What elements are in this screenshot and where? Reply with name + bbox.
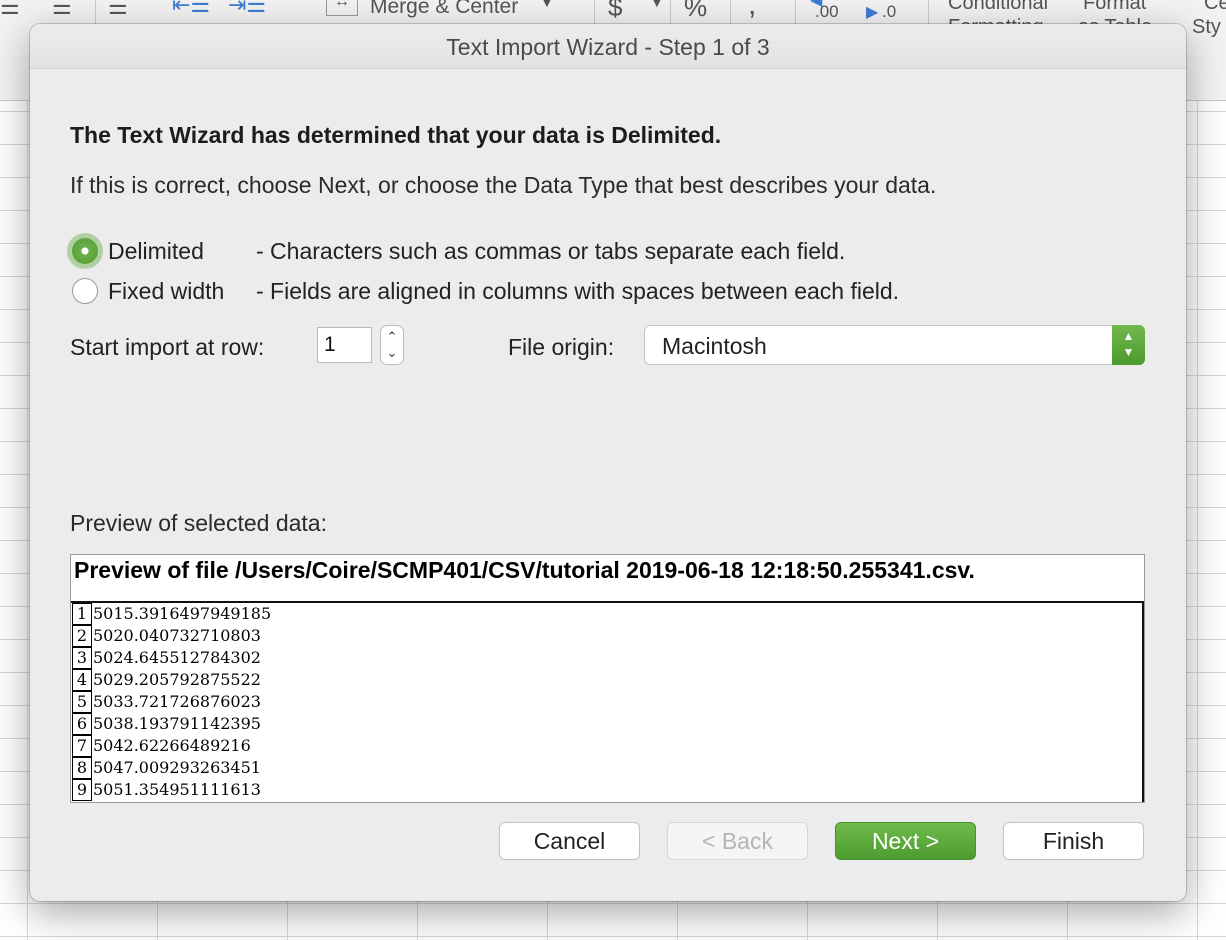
- start-row-input[interactable]: 1: [317, 327, 372, 363]
- file-origin-value: Macintosh: [662, 333, 767, 359]
- wizard-instructions: If this is correct, choose Next, or choo…: [70, 172, 937, 198]
- preview-row-number: 2: [72, 625, 92, 647]
- text-import-wizard-dialog: Text Import Wizard - Step 1 of 3 The Tex…: [30, 24, 1186, 901]
- preview-row: 4 5029.205792875522: [71, 669, 671, 691]
- preview-row-value: 5042.62266489216: [93, 736, 251, 755]
- preview-row-number: 7: [72, 735, 92, 757]
- dialog-titlebar[interactable]: Text Import Wizard - Step 1 of 3: [30, 24, 1186, 69]
- preview-row-value: 5020.040732710803: [93, 626, 261, 645]
- fixed-width-label[interactable]: Fixed width: [108, 278, 224, 305]
- preview-row-value: 5047.009293263451: [93, 758, 261, 777]
- preview-rows: 1 5015.3916497949185 2 5020.040732710803 3 50…: [71, 603, 1144, 802]
- file-origin-select[interactable]: Macintosh ▲ ▼: [644, 325, 1145, 365]
- preview-row-value: 5051.354951111613: [93, 780, 261, 799]
- preview-file-path: Preview of file /Users/Coire/SCMP401/CSV…: [74, 557, 975, 583]
- merge-dropdown-icon[interactable]: ▼: [540, 0, 554, 10]
- preview-row: 9 5051.354951111613: [71, 779, 671, 801]
- data-preview-panel[interactable]: Preview of file /Users/Coire/SCMP401/CSV…: [70, 554, 1145, 803]
- preview-row-value: 5015.3916497949185: [93, 604, 272, 623]
- align-left-icon[interactable]: ☰: [0, 0, 20, 20]
- currency-dropdown-icon[interactable]: ▼: [650, 0, 664, 10]
- ribbon-divider: [594, 0, 595, 24]
- ribbon-divider: [670, 0, 671, 24]
- align-right-icon[interactable]: ☰: [108, 0, 128, 20]
- preview-row-value: 5024.645512784302: [93, 648, 261, 667]
- decrease-indent-icon[interactable]: ⇤☰: [172, 0, 210, 18]
- start-row-label: Start import at row:: [70, 334, 265, 360]
- decrease-decimal-button[interactable]: .0: [882, 2, 896, 22]
- fixed-width-description: - Fields are aligned in columns with spa…: [256, 278, 900, 304]
- preview-row: 2 5020.040732710803: [71, 625, 671, 647]
- increase-decimal-button[interactable]: .00: [815, 2, 839, 22]
- format-as-table-button[interactable]: Format: [1083, 0, 1146, 15]
- percent-button[interactable]: %: [684, 0, 707, 23]
- preview-row-number: 3: [72, 647, 92, 669]
- preview-row-number: 6: [72, 713, 92, 735]
- preview-row: 1 5015.3916497949185: [71, 603, 671, 625]
- preview-row-number: 8: [72, 757, 92, 779]
- delimited-radio[interactable]: [72, 238, 98, 264]
- finish-button[interactable]: Finish: [1003, 822, 1144, 860]
- preview-row-value: 5033.721726876023: [93, 692, 261, 711]
- stepper-down-icon[interactable]: ⌄: [381, 345, 403, 361]
- preview-header: Preview of file /Users/Coire/SCMP401/CSV…: [71, 555, 1144, 603]
- preview-row: 7 5042.62266489216: [71, 735, 671, 757]
- cancel-button[interactable]: Cancel: [499, 822, 640, 860]
- next-button[interactable]: Next >: [835, 822, 976, 860]
- merge-icon: ↔: [326, 0, 358, 16]
- preview-row-number: 9: [72, 779, 92, 801]
- align-center-icon[interactable]: ☰: [52, 0, 72, 20]
- start-row-stepper[interactable]: ⌃ ⌄: [380, 325, 404, 365]
- ribbon-divider: [795, 0, 796, 24]
- delimited-description: - Characters such as commas or tabs sepa…: [256, 238, 846, 264]
- select-arrows-icon[interactable]: ▲ ▼: [1112, 325, 1145, 365]
- dialog-title: Text Import Wizard - Step 1 of 3: [446, 34, 770, 60]
- preview-row: 3 5024.645512784302: [71, 647, 671, 669]
- currency-button[interactable]: $: [608, 0, 622, 23]
- preview-row-value: 5029.205792875522: [93, 670, 261, 689]
- wizard-heading: The Text Wizard has determined that your…: [70, 122, 722, 148]
- preview-row: 8 5047.009293263451: [71, 757, 671, 779]
- delimited-label[interactable]: Delimited: [108, 238, 204, 265]
- preview-row-number: 1: [72, 603, 92, 625]
- fixed-width-radio[interactable]: [72, 278, 98, 304]
- ribbon-divider: [95, 0, 96, 24]
- back-button[interactable]: < Back: [667, 822, 808, 860]
- merge-center-button[interactable]: Merge & Center: [370, 0, 518, 19]
- stepper-up-icon[interactable]: ⌃: [381, 329, 403, 345]
- file-origin-label: File origin:: [508, 334, 615, 360]
- preview-row: 5 5033.721726876023: [71, 691, 671, 713]
- preview-row-number: 4: [72, 669, 92, 691]
- preview-row-value: 5038.193791142395: [93, 714, 261, 733]
- preview-row: 6 5038.193791142395: [71, 713, 671, 735]
- ribbon-divider: [730, 0, 731, 24]
- ribbon-divider: [928, 0, 929, 24]
- decrease-decimal-icon: ▶: [866, 4, 879, 21]
- preview-row-number: 5: [72, 691, 92, 713]
- cell-styles-button-line2[interactable]: Sty: [1192, 16, 1221, 39]
- cell-styles-button[interactable]: Ce: [1204, 0, 1226, 15]
- preview-label: Preview of selected data:: [70, 510, 327, 536]
- conditional-formatting-button[interactable]: Conditional: [948, 0, 1048, 15]
- increase-indent-icon[interactable]: ⇥☰: [228, 0, 266, 18]
- comma-style-button[interactable]: ,: [748, 0, 756, 22]
